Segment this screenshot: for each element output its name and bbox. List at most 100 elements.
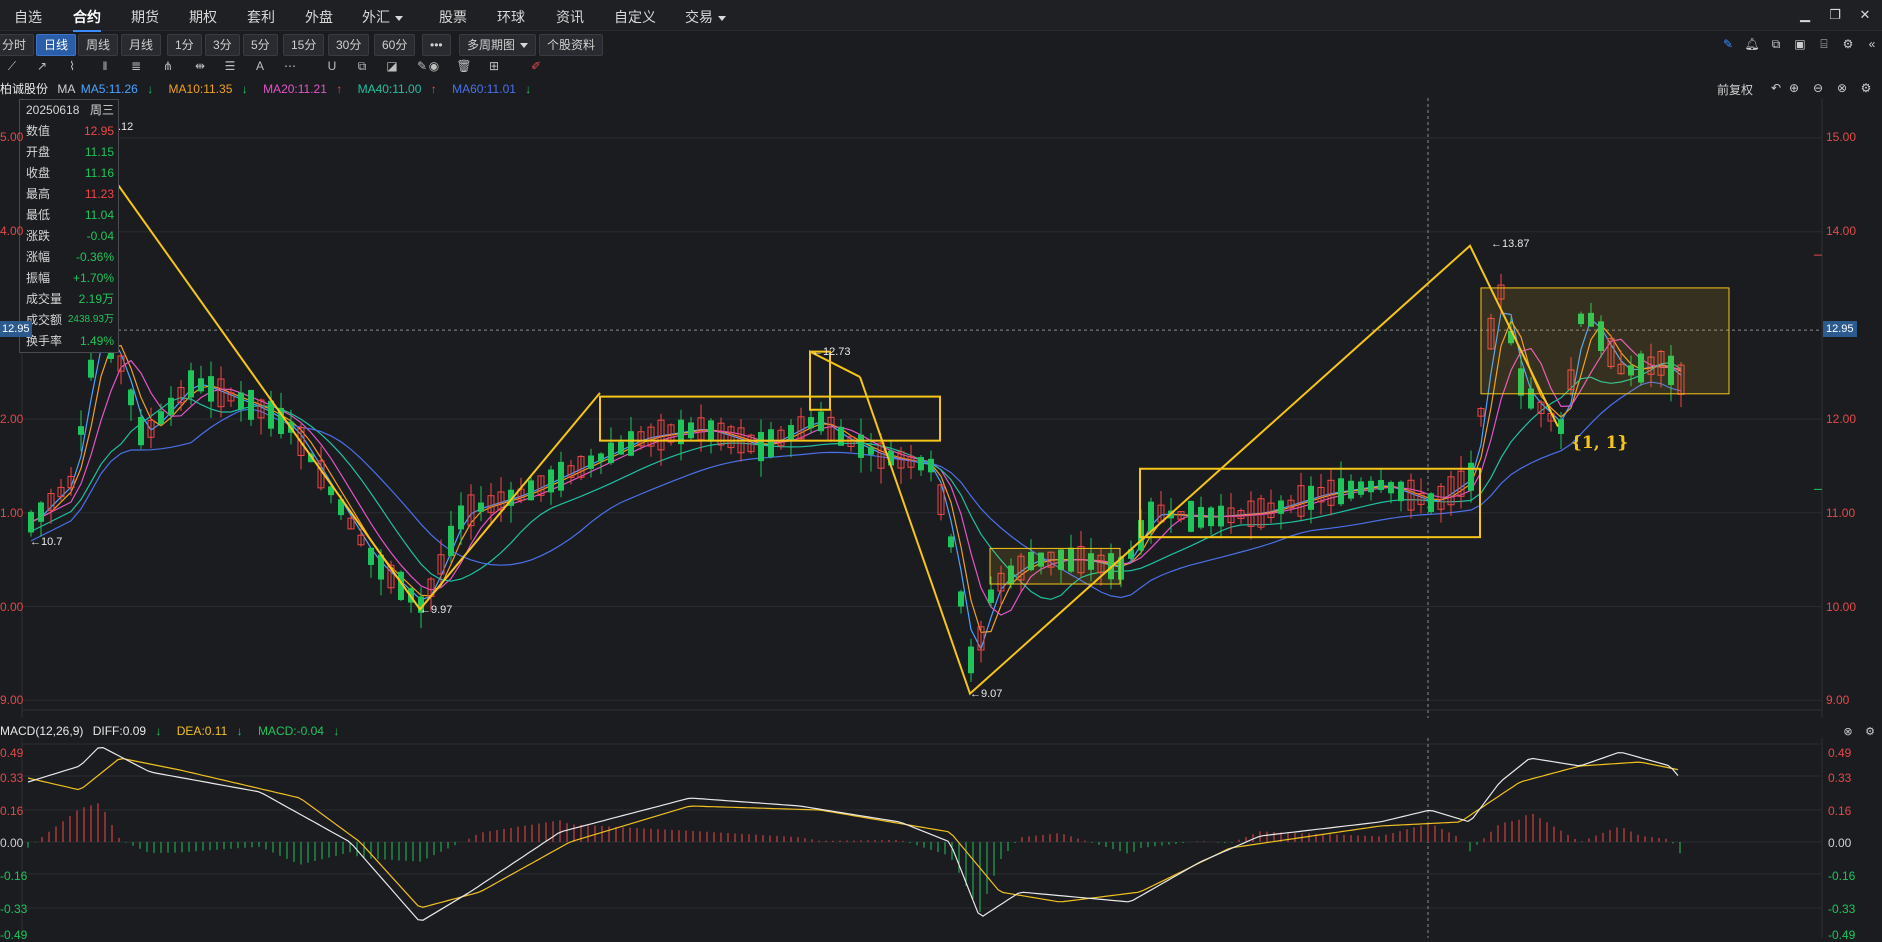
menu-bar: 自选 合约 期货 期权 套利 外盘 外汇 股票 环球 资讯 自定义 交易 ▁ ❐… bbox=[0, 0, 1882, 32]
more-tools-icon[interactable]: ⋯ bbox=[282, 58, 298, 74]
info-value: +1.70% bbox=[72, 271, 114, 285]
candle-body bbox=[1388, 482, 1394, 494]
menu-item-forex[interactable]: 外汇 bbox=[362, 7, 403, 27]
dea-line bbox=[27, 757, 1679, 908]
stock-name: 柏诚股份 bbox=[0, 82, 49, 96]
macd-settings-icon[interactable]: ⚙ bbox=[1862, 724, 1878, 740]
price-axis-label-left: 9.00 bbox=[0, 693, 24, 707]
period-button-daily[interactable]: 日线 bbox=[36, 34, 77, 56]
copy-icon[interactable]: ⧉ bbox=[1768, 36, 1784, 52]
ma-label: MA bbox=[57, 82, 76, 96]
group-icon[interactable]: ⧉ bbox=[354, 58, 370, 74]
stock-profile-button[interactable]: 个股资料 bbox=[539, 34, 604, 56]
draw-pen-icon[interactable]: ✎ bbox=[1720, 36, 1736, 52]
screen-icon[interactable]: ⌸ bbox=[1816, 36, 1832, 52]
info-value: 11.23 bbox=[84, 187, 114, 201]
magnet-icon[interactable]: U bbox=[324, 58, 340, 74]
menu-item-global[interactable]: 环球 bbox=[497, 7, 525, 27]
kline-chart[interactable] bbox=[0, 98, 1882, 718]
low-annotation: ←10.7 bbox=[30, 536, 63, 548]
macd-close-icon[interactable]: ⊗ bbox=[1840, 724, 1856, 740]
user-drawings bbox=[117, 184, 1822, 696]
gann-tool-icon[interactable]: ≣ bbox=[128, 58, 144, 74]
diff-line bbox=[27, 746, 1679, 921]
macd-grid bbox=[21, 738, 1823, 938]
collapse-icon[interactable]: « bbox=[1864, 36, 1880, 52]
adjust-mode-label[interactable]: 前复权 bbox=[1717, 81, 1753, 98]
period-button-intraday[interactable]: 分时 bbox=[0, 34, 35, 56]
candle-body bbox=[548, 469, 554, 493]
menu-item-custom[interactable]: 自定义 bbox=[614, 7, 656, 27]
menu-item-contract[interactable]: 合约 bbox=[73, 7, 101, 32]
menu-item-futures[interactable]: 期货 bbox=[131, 7, 159, 27]
settings-icon[interactable]: ⚙ bbox=[1840, 36, 1856, 52]
info-value: 11.15 bbox=[84, 145, 114, 159]
zoom-in-icon[interactable]: ⊕ bbox=[1786, 80, 1802, 96]
high-annotation-partial: .12 bbox=[118, 121, 134, 133]
cursor-price-tag: 12.95 bbox=[1823, 321, 1857, 337]
ruler-icon[interactable]: ✐ bbox=[528, 58, 544, 74]
eraser-icon[interactable]: ◪ bbox=[384, 58, 400, 74]
info-value: 1.49% bbox=[79, 334, 114, 348]
ma20-value: MA20:11.21 ↑ bbox=[263, 82, 343, 96]
drawing-toolbar: ⟋ ↗ ⌇ ǁ ≣ ⋔ ⇹ ☰ A ⋯ U ⧉ ◪ ✎ ◉ 🗑︎ ⊞ ✐ bbox=[0, 58, 560, 78]
measure-tool-icon[interactable]: ⇹ bbox=[192, 58, 208, 74]
restore-icon[interactable]: ❐ bbox=[1826, 6, 1844, 24]
menu-item-options[interactable]: 期权 bbox=[189, 7, 217, 27]
line-tool-icon[interactable]: ⟋ bbox=[4, 58, 20, 74]
reset-icon[interactable]: ↶ bbox=[1768, 80, 1784, 96]
info-row: 收盘 11.16 bbox=[20, 163, 118, 183]
text-tool-icon[interactable]: A bbox=[252, 58, 268, 74]
layers-icon[interactable]: ⊞ bbox=[486, 58, 502, 74]
trash-icon[interactable]: 🗑︎ bbox=[456, 58, 472, 74]
candle-body bbox=[268, 400, 274, 429]
period-button-1min[interactable]: 1分 bbox=[167, 34, 202, 56]
high-annotation: ←13.87 bbox=[1491, 238, 1530, 250]
menu-item-stocks[interactable]: 股票 bbox=[439, 7, 467, 27]
more-periods-button[interactable]: ••• bbox=[422, 34, 451, 56]
zoom-out-icon[interactable]: ⊖ bbox=[1810, 80, 1826, 96]
eye-icon[interactable]: ◉ bbox=[426, 58, 442, 74]
channel-tool-icon[interactable]: ⌇ bbox=[64, 58, 80, 74]
multi-period-dropdown[interactable]: 多周期图 bbox=[459, 34, 537, 56]
fan-tool-icon[interactable]: ⋔ bbox=[160, 58, 176, 74]
period-button-weekly[interactable]: 周线 bbox=[78, 34, 119, 56]
period-button-monthly[interactable]: 月线 bbox=[121, 34, 162, 56]
bar-info-panel: 20250618 周三 数值 12.95 开盘 11.15 收盘 11.16 最高 11.23… bbox=[19, 99, 119, 353]
minimize-icon[interactable]: ▁ bbox=[1796, 6, 1814, 24]
menu-item-trade[interactable]: 交易 bbox=[685, 7, 726, 27]
period-button-3min[interactable]: 3分 bbox=[205, 34, 240, 56]
rect-tool-icon[interactable]: ☰ bbox=[222, 58, 238, 74]
macd-title: MACD(12,26,9) bbox=[0, 724, 84, 738]
menu-item-arbitrage[interactable]: 套利 bbox=[247, 7, 275, 27]
ray-tool-icon[interactable]: ↗ bbox=[34, 58, 50, 74]
candle-body bbox=[558, 461, 564, 491]
period-button-15min[interactable]: 15分 bbox=[283, 34, 325, 56]
period-button-60min[interactable]: 60分 bbox=[374, 34, 416, 56]
macd-axis-label-left: 0.00 bbox=[0, 836, 24, 850]
candle-body bbox=[758, 432, 764, 462]
candle-body bbox=[1218, 505, 1224, 527]
candle-body bbox=[528, 480, 534, 501]
macd-value: MACD:-0.04 ↓ bbox=[257, 724, 340, 738]
candle-body bbox=[1348, 480, 1354, 499]
info-key: 成交量 bbox=[26, 292, 63, 306]
close-panel-icon[interactable]: ⊗ bbox=[1834, 80, 1850, 96]
macd-chart[interactable] bbox=[0, 738, 1882, 938]
high-annotation: ←12.73 bbox=[812, 346, 851, 358]
ma40-line bbox=[30, 362, 1682, 600]
menu-item-news[interactable]: 资讯 bbox=[556, 7, 584, 27]
close-icon[interactable]: ✕ bbox=[1856, 6, 1874, 24]
consolidation-box bbox=[989, 547, 1121, 585]
candle-body bbox=[158, 411, 164, 424]
menu-item-foreign-market[interactable]: 外盘 bbox=[305, 7, 333, 27]
window-icon[interactable]: ▣ bbox=[1792, 36, 1808, 52]
period-button-5min[interactable]: 5分 bbox=[243, 34, 278, 56]
info-date-row: 20250618 周三 bbox=[20, 100, 118, 120]
candle-body bbox=[208, 376, 214, 402]
menu-item-watchlist[interactable]: 自选 bbox=[14, 7, 42, 27]
panel-settings-icon[interactable]: ⚙ bbox=[1858, 80, 1874, 96]
alarm-bell-icon[interactable]: 🔔︎ bbox=[1744, 36, 1760, 52]
fib-tool-icon[interactable]: ǁ bbox=[97, 58, 113, 74]
period-button-30min[interactable]: 30分 bbox=[328, 34, 370, 56]
